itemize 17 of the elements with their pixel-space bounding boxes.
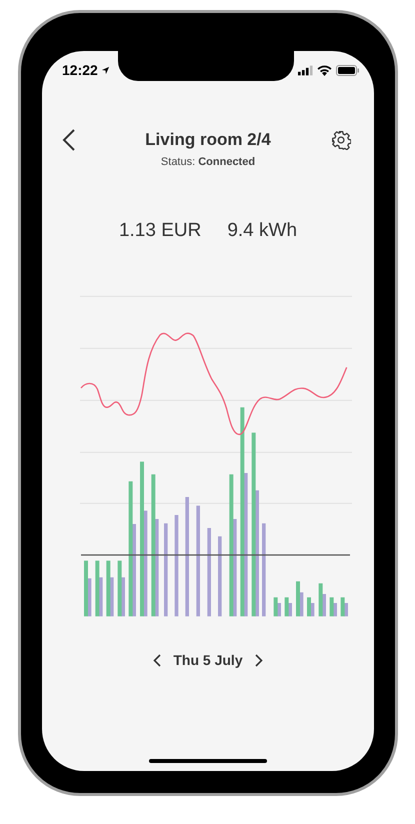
reading-value: 1.13 EUR	[118, 219, 202, 243]
date-label: Thu 5 July	[173, 650, 243, 670]
screen-title: Living room 2/4	[145, 129, 271, 151]
back-chevron-icon	[62, 129, 76, 151]
next-day-button[interactable]	[252, 652, 265, 668]
wifi-icon	[317, 64, 332, 76]
location-arrow-icon	[100, 66, 110, 74]
status-time: 12:22	[62, 60, 98, 80]
right-chevron-icon	[254, 654, 263, 666]
reading-value: 9.4 kWh	[227, 219, 298, 243]
settings-icon	[331, 130, 351, 150]
signal-icon	[298, 64, 313, 76]
battery-icon	[336, 64, 360, 76]
settings-button[interactable]	[330, 129, 352, 151]
left-chevron-icon	[153, 654, 162, 666]
connection-status: Status: Connected	[160, 155, 256, 170]
previous-day-button[interactable]	[151, 652, 164, 668]
